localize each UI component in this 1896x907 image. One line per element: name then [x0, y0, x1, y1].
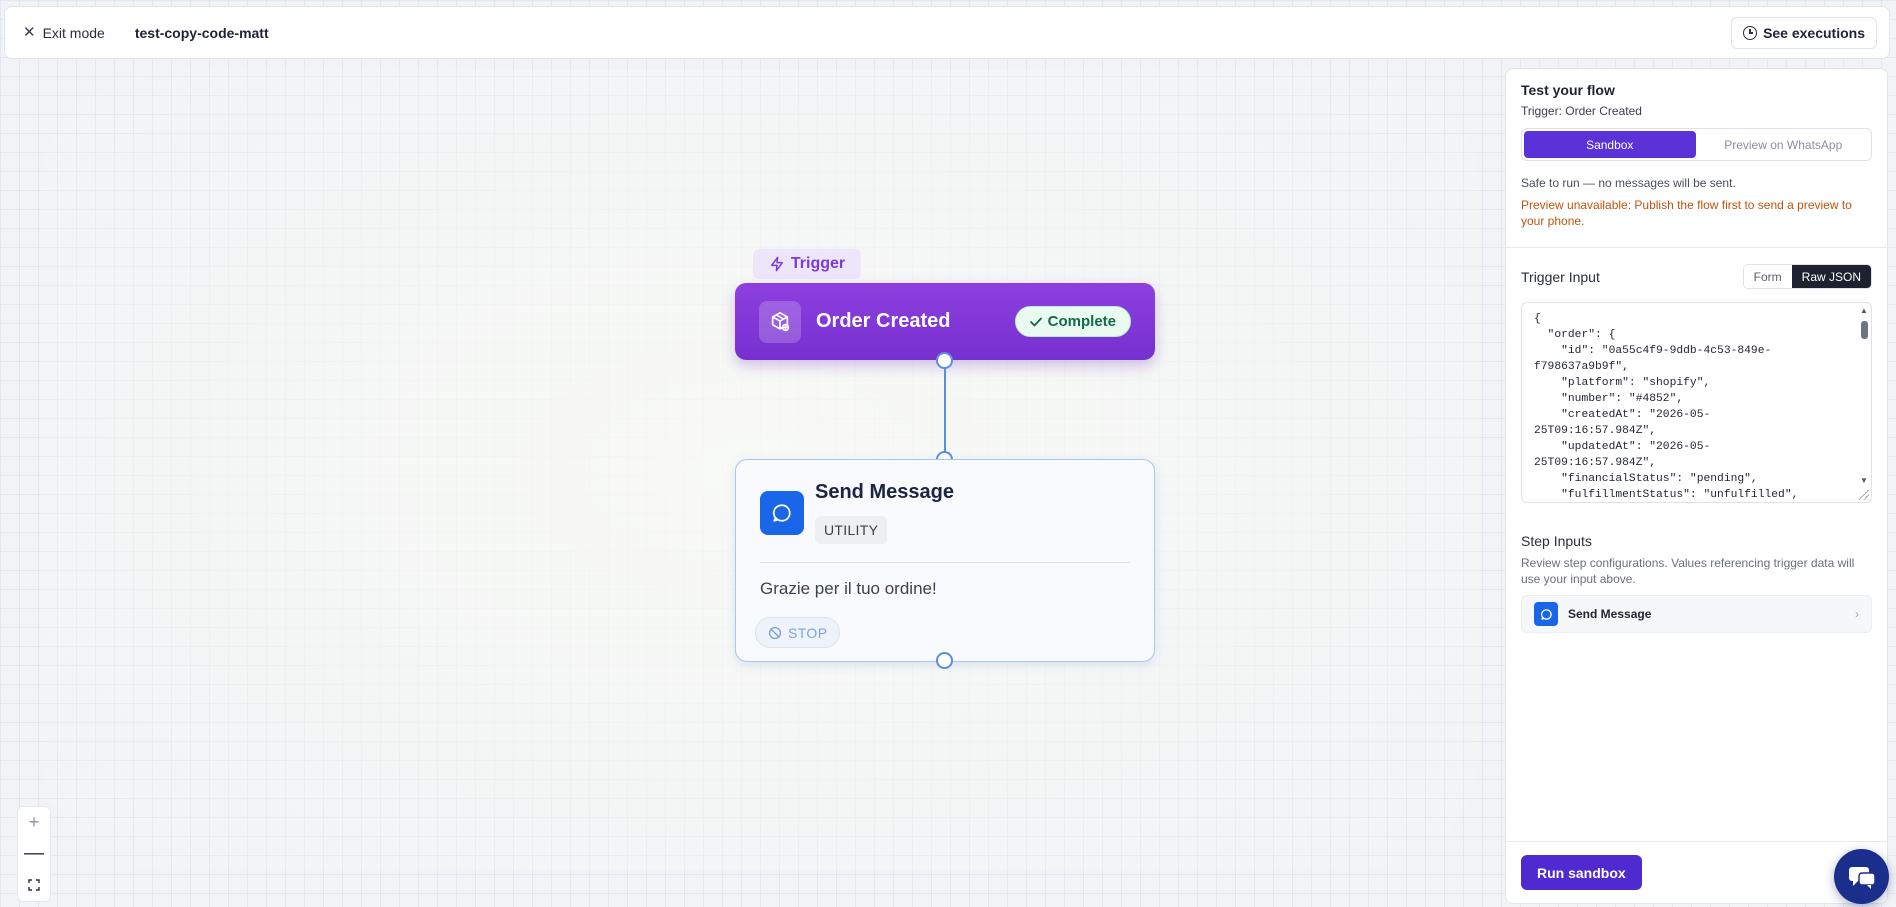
chat-support-icon — [1848, 866, 1876, 889]
check-icon — [1029, 317, 1042, 326]
message-output-handle[interactable] — [936, 652, 953, 669]
json-scrollbar[interactable]: ▲ ▼ — [1859, 307, 1869, 487]
top-bar: ✕ Exit mode test-copy-code-matt See exec… — [4, 6, 1890, 59]
json-editor[interactable]: { "order": { "id": "0a55c4f9-9ddb-4c53-8… — [1521, 302, 1872, 503]
step-inputs-description: Review step configurations. Values refer… — [1521, 556, 1855, 586]
preview-warning: Preview unavailable: Publish the flow fi… — [1521, 198, 1852, 228]
send-message-title: Send Message — [815, 481, 954, 503]
zoom-in-button[interactable]: + — [17, 807, 51, 838]
stop-badge: STOP — [755, 617, 841, 648]
step-inputs-title: Step Inputs — [1521, 533, 1592, 549]
mode-whatsapp-preview-button[interactable]: Preview on WhatsApp — [1698, 131, 1870, 158]
input-format-toggle: Form Raw JSON — [1742, 264, 1872, 289]
trigger-node-title: Order Created — [816, 310, 951, 332]
panel-title: Test your flow — [1521, 82, 1615, 98]
ban-icon — [768, 626, 782, 639]
see-executions-button[interactable]: See executions — [1731, 16, 1877, 49]
fit-view-icon — [28, 879, 40, 892]
send-message-node[interactable]: Send Message UTILITY Grazie per il tuo o… — [735, 459, 1155, 662]
scroll-up-icon[interactable]: ▲ — [1860, 307, 1868, 315]
node-divider — [760, 562, 1130, 563]
clock-icon — [1743, 25, 1758, 40]
trigger-node-order-created[interactable]: Order Created Complete — [735, 283, 1155, 360]
scroll-down-icon[interactable]: ▼ — [1860, 477, 1868, 485]
exit-mode-label: Exit mode — [42, 24, 105, 41]
mode-switch: Sandbox Preview on WhatsApp — [1521, 128, 1872, 161]
trigger-label: Trigger — [753, 249, 861, 279]
panel-footer: Run sandbox — [1506, 841, 1887, 903]
exit-mode-button[interactable]: ✕ Exit mode — [17, 21, 111, 45]
chat-bubble-icon — [760, 491, 804, 535]
step-input-send-message[interactable]: Send Message › — [1521, 595, 1872, 633]
flow-name: test-copy-code-matt — [134, 24, 269, 41]
zoom-controls: + — — [17, 806, 51, 902]
safe-note: Safe to run — no messages will be sent. — [1521, 176, 1736, 190]
chat-support-button[interactable] — [1834, 849, 1889, 904]
see-executions-label: See executions — [1763, 24, 1865, 41]
scroll-thumb[interactable] — [1861, 321, 1868, 339]
trigger-label-text: Trigger — [790, 255, 846, 272]
form-tab[interactable]: Form — [1743, 265, 1792, 288]
plus-icon: + — [28, 812, 40, 833]
trigger-input-title: Trigger Input — [1521, 268, 1600, 285]
status-badge: Complete — [1014, 306, 1131, 337]
mode-sandbox-button[interactable]: Sandbox — [1524, 131, 1696, 158]
json-editor-text[interactable]: { "order": { "id": "0a55c4f9-9ddb-4c53-8… — [1534, 311, 1849, 502]
trigger-output-handle[interactable] — [936, 352, 953, 369]
panel-subtitle: Trigger: Order Created — [1521, 104, 1642, 118]
close-icon: ✕ — [23, 24, 36, 41]
resize-grip-icon[interactable] — [1859, 490, 1869, 500]
run-sandbox-button[interactable]: Run sandbox — [1521, 855, 1642, 890]
status-badge-label: Complete — [1047, 313, 1116, 330]
package-icon — [759, 300, 801, 343]
edge-trigger-to-message — [944, 360, 946, 460]
zoom-out-button[interactable]: — — [17, 838, 51, 869]
test-flow-panel: Test your flow Trigger: Order Created Sa… — [1505, 68, 1888, 904]
fit-view-button[interactable] — [17, 870, 51, 901]
chat-bubble-icon — [1534, 602, 1558, 626]
chevron-right-icon: › — [1855, 607, 1859, 621]
raw-json-tab[interactable]: Raw JSON — [1791, 265, 1871, 288]
minus-icon: — — [24, 842, 44, 865]
category-badge: UTILITY — [815, 516, 888, 544]
message-preview-text: Grazie per il tuo ordine! — [760, 579, 937, 598]
stop-badge-label: STOP — [788, 624, 828, 641]
bolt-icon — [770, 256, 783, 272]
step-input-label: Send Message — [1568, 607, 1652, 621]
